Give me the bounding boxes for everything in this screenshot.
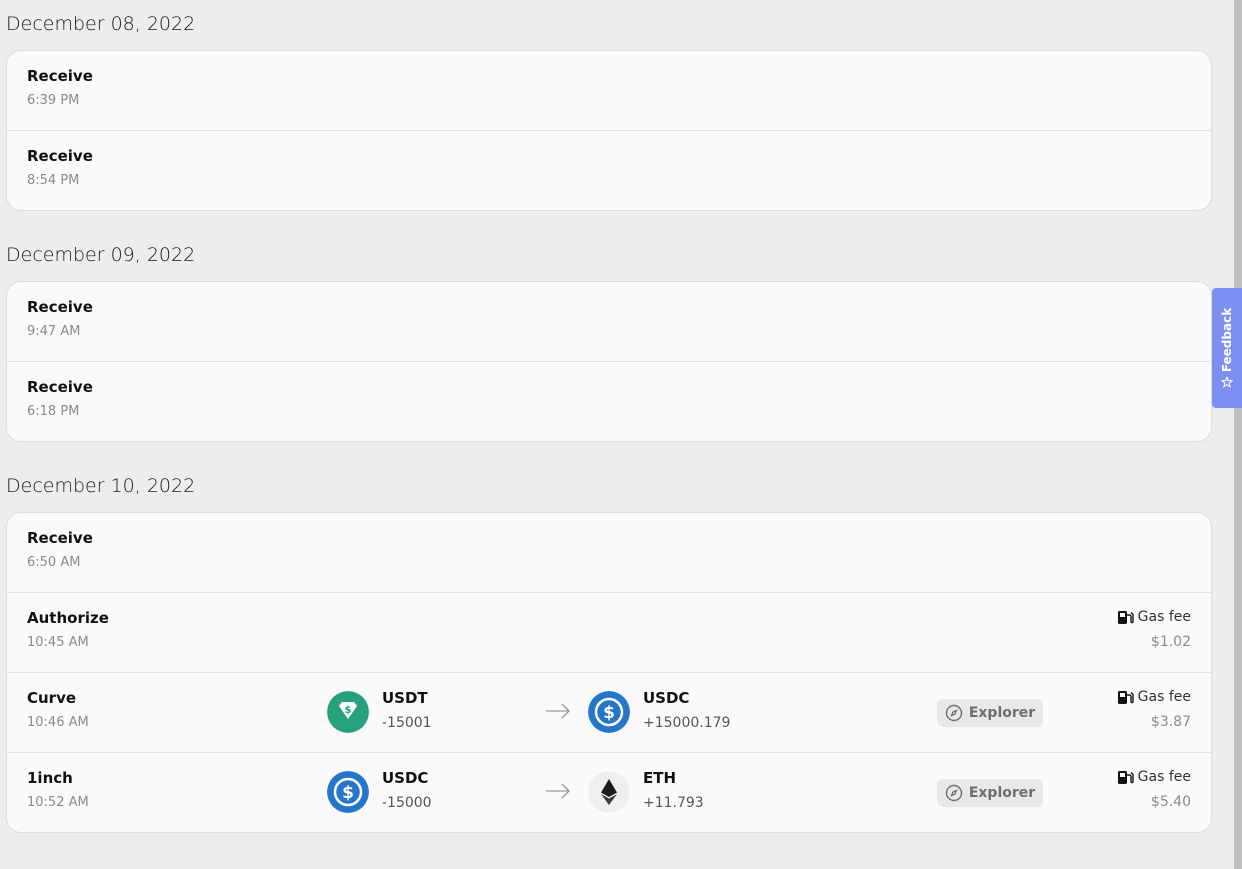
transaction-time: 6:39 PM	[27, 93, 80, 108]
token-symbol: USDC	[382, 769, 429, 787]
date-header: December 08, 2022	[6, 13, 196, 35]
feedback-label: Feedback	[1220, 307, 1234, 373]
date-group: December 09, 2022 Receive 9:47 AM Receiv…	[6, 231, 1212, 442]
gas-pump-icon	[1117, 690, 1134, 704]
usdt-icon: $	[327, 691, 369, 733]
transaction-title: Authorize	[27, 609, 109, 627]
gas-fee-label: Gas fee	[1117, 689, 1191, 705]
transaction-card: Receive 6:39 PM Receive 8:54 PM	[6, 50, 1212, 211]
transaction-title: Receive	[27, 147, 93, 165]
usdc-icon: $	[327, 771, 369, 813]
transaction-time: 10:52 AM	[27, 795, 89, 810]
transaction-row[interactable]: Receive 8:54 PM	[7, 130, 1211, 210]
gas-fee-label: Gas fee	[1117, 769, 1191, 785]
token-amount: +11.793	[643, 795, 704, 811]
transaction-row[interactable]: Receive 6:18 PM	[7, 361, 1211, 441]
token-symbol: USDT	[382, 689, 428, 707]
eth-icon	[588, 771, 630, 813]
svg-text:$: $	[603, 703, 615, 723]
feedback-tab[interactable]: Feedback	[1212, 288, 1242, 408]
gas-fee-value: $3.87	[1150, 714, 1191, 730]
gas-fee-label: Gas fee	[1117, 609, 1191, 625]
arrow-right-icon	[546, 783, 570, 799]
transaction-row[interactable]: Curve 10:46 AM $ USDT -15001 $ USDC +150…	[7, 672, 1211, 752]
transaction-time: 10:45 AM	[27, 635, 89, 650]
transaction-time: 10:46 AM	[27, 715, 89, 730]
explorer-button[interactable]: Explorer	[937, 699, 1043, 727]
transaction-time: 8:54 PM	[27, 173, 80, 188]
token-amount: +15000.179	[643, 715, 731, 731]
gas-pump-icon	[1117, 610, 1134, 624]
transaction-title: 1inch	[27, 769, 73, 787]
explorer-label: Explorer	[968, 785, 1036, 801]
transaction-card: Receive 9:47 AM Receive 6:18 PM	[6, 281, 1212, 442]
date-group: December 10, 2022 Receive 6:50 AM Author…	[6, 462, 1212, 833]
gas-fee: Gas fee $1.02	[1117, 609, 1191, 650]
date-group: December 08, 2022 Receive 6:39 PM Receiv…	[6, 0, 1212, 211]
transaction-title: Curve	[27, 689, 77, 707]
transaction-time: 6:18 PM	[27, 404, 80, 419]
transaction-title: Receive	[27, 529, 93, 547]
gas-pump-icon	[1117, 770, 1134, 784]
star-sparkle-icon	[1221, 376, 1233, 388]
explorer-button[interactable]: Explorer	[937, 779, 1043, 807]
transaction-title: Receive	[27, 298, 93, 316]
gas-fee: Gas fee $5.40	[1117, 769, 1191, 810]
transaction-row[interactable]: Receive 6:50 AM	[7, 513, 1211, 592]
usdc-icon: $	[588, 691, 630, 733]
compass-icon	[945, 704, 963, 722]
gas-fee-value: $5.40	[1150, 794, 1191, 810]
transaction-row[interactable]: Authorize 10:45 AM Gas fee $1.02	[7, 592, 1211, 672]
transaction-row[interactable]: 1inch 10:52 AM $ USDC -15000 ETH +11.793…	[7, 752, 1211, 832]
arrow-right-icon	[546, 703, 570, 719]
explorer-label: Explorer	[968, 705, 1036, 721]
transaction-row[interactable]: Receive 6:39 PM	[7, 51, 1211, 130]
svg-text:$: $	[342, 783, 354, 803]
date-header: December 09, 2022	[6, 244, 196, 266]
transaction-title: Receive	[27, 378, 93, 396]
svg-text:$: $	[345, 705, 352, 716]
transaction-title: Receive	[27, 67, 93, 85]
transaction-card: Receive 6:50 AM Authorize 10:45 AM Gas f…	[6, 512, 1212, 833]
transaction-time: 9:47 AM	[27, 324, 81, 339]
token-symbol: ETH	[643, 769, 677, 787]
compass-icon	[945, 784, 963, 802]
scrollbar-thumb[interactable]	[1234, 0, 1242, 869]
token-amount: -15000	[382, 795, 432, 811]
date-header: December 10, 2022	[6, 475, 196, 497]
gas-fee-value: $1.02	[1150, 634, 1191, 650]
transaction-row[interactable]: Receive 9:47 AM	[7, 282, 1211, 361]
gas-fee: Gas fee $3.87	[1117, 689, 1191, 730]
token-symbol: USDC	[643, 689, 690, 707]
token-amount: -15001	[382, 715, 432, 731]
transaction-time: 6:50 AM	[27, 555, 81, 570]
transaction-history: December 08, 2022 Receive 6:39 PM Receiv…	[6, 0, 1212, 853]
